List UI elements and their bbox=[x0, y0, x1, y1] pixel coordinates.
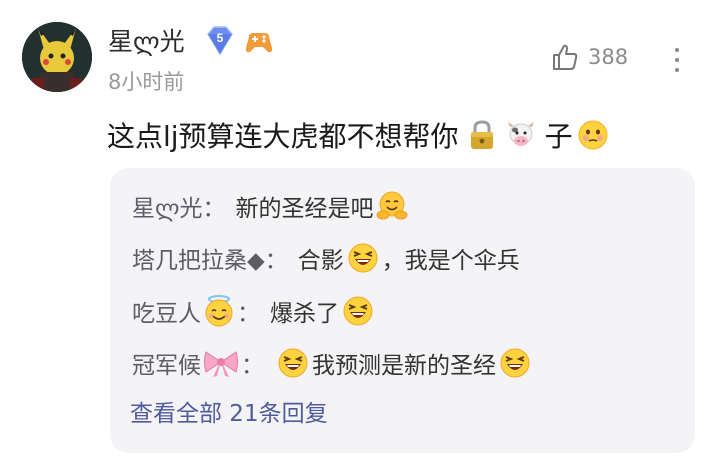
avatar[interactable] bbox=[22, 22, 92, 92]
reply-colon: ： bbox=[264, 248, 288, 274]
reply-text: 爆杀了 bbox=[270, 301, 339, 327]
level-badge: 5 bbox=[203, 24, 237, 58]
like-count: 388 bbox=[588, 45, 629, 69]
reply-colon: ： bbox=[237, 301, 260, 327]
more-dot bbox=[675, 58, 679, 62]
reply-colon: ： bbox=[202, 196, 226, 222]
halo-emoji bbox=[205, 295, 233, 327]
reply-author[interactable]: 冠军候 bbox=[132, 346, 201, 380]
thumbs-up-icon bbox=[553, 44, 578, 70]
grin-emoji bbox=[343, 296, 373, 326]
replies-panel: 星ლ光 ： 新的圣经是吧 塔几把拉桑◆ ： 合影 ，我是个伞兵 吃豆人 ： 爆杀… bbox=[110, 168, 695, 453]
reply-item[interactable]: 冠军候 ： 我预测是新的圣经 bbox=[132, 341, 534, 385]
reply-colon: ： bbox=[241, 353, 264, 379]
hug-emoji bbox=[376, 191, 408, 220]
grin-emoji bbox=[500, 348, 530, 378]
bow-emoji bbox=[204, 351, 238, 377]
avatar-image bbox=[22, 22, 92, 92]
reply-item[interactable]: 星ლ光 ： 新的圣经是吧 bbox=[132, 184, 411, 228]
reply-text: ，我是个伞兵 bbox=[381, 248, 520, 274]
reply-item[interactable]: 塔几把拉桑◆ ： 合影 ，我是个伞兵 bbox=[132, 236, 520, 280]
view-all-replies-link[interactable]: 查看全部 21条回复 bbox=[130, 394, 328, 428]
like-button[interactable]: 388 bbox=[550, 42, 628, 72]
reply-author[interactable]: 塔几把拉桑◆ bbox=[132, 241, 265, 275]
comment-text: 这点lj预算连大虎都不想帮你 子 bbox=[107, 112, 611, 158]
username[interactable]: 星ლ光 bbox=[108, 22, 185, 58]
more-dot bbox=[675, 68, 679, 72]
reply-author[interactable]: 吃豆人 bbox=[132, 294, 201, 328]
grin-emoji bbox=[348, 243, 378, 273]
reply-author[interactable]: 星ლ光 bbox=[132, 189, 202, 223]
grin-emoji bbox=[278, 348, 308, 378]
more-vertical-icon bbox=[675, 48, 679, 52]
comment-suffix-text: 子 bbox=[544, 120, 573, 153]
comment-main-text: 这点lj预算连大虎都不想帮你 bbox=[107, 120, 459, 153]
reply-text: 新的圣经是吧 bbox=[235, 196, 374, 222]
gamepad-badge-icon bbox=[243, 26, 275, 58]
reply-item[interactable]: 吃豆人 ： 爆杀了 bbox=[132, 289, 377, 333]
flushed-emoji bbox=[578, 120, 608, 150]
reply-text-prefix: 合影 bbox=[297, 248, 344, 274]
level-number: 5 bbox=[217, 31, 224, 45]
cow-emoji bbox=[507, 122, 534, 146]
more-options-button[interactable] bbox=[664, 40, 690, 80]
reply-text: 我预测是新的圣经 bbox=[312, 353, 496, 379]
lock-emoji bbox=[470, 120, 493, 149]
timestamp: 8小时前 bbox=[108, 70, 185, 94]
